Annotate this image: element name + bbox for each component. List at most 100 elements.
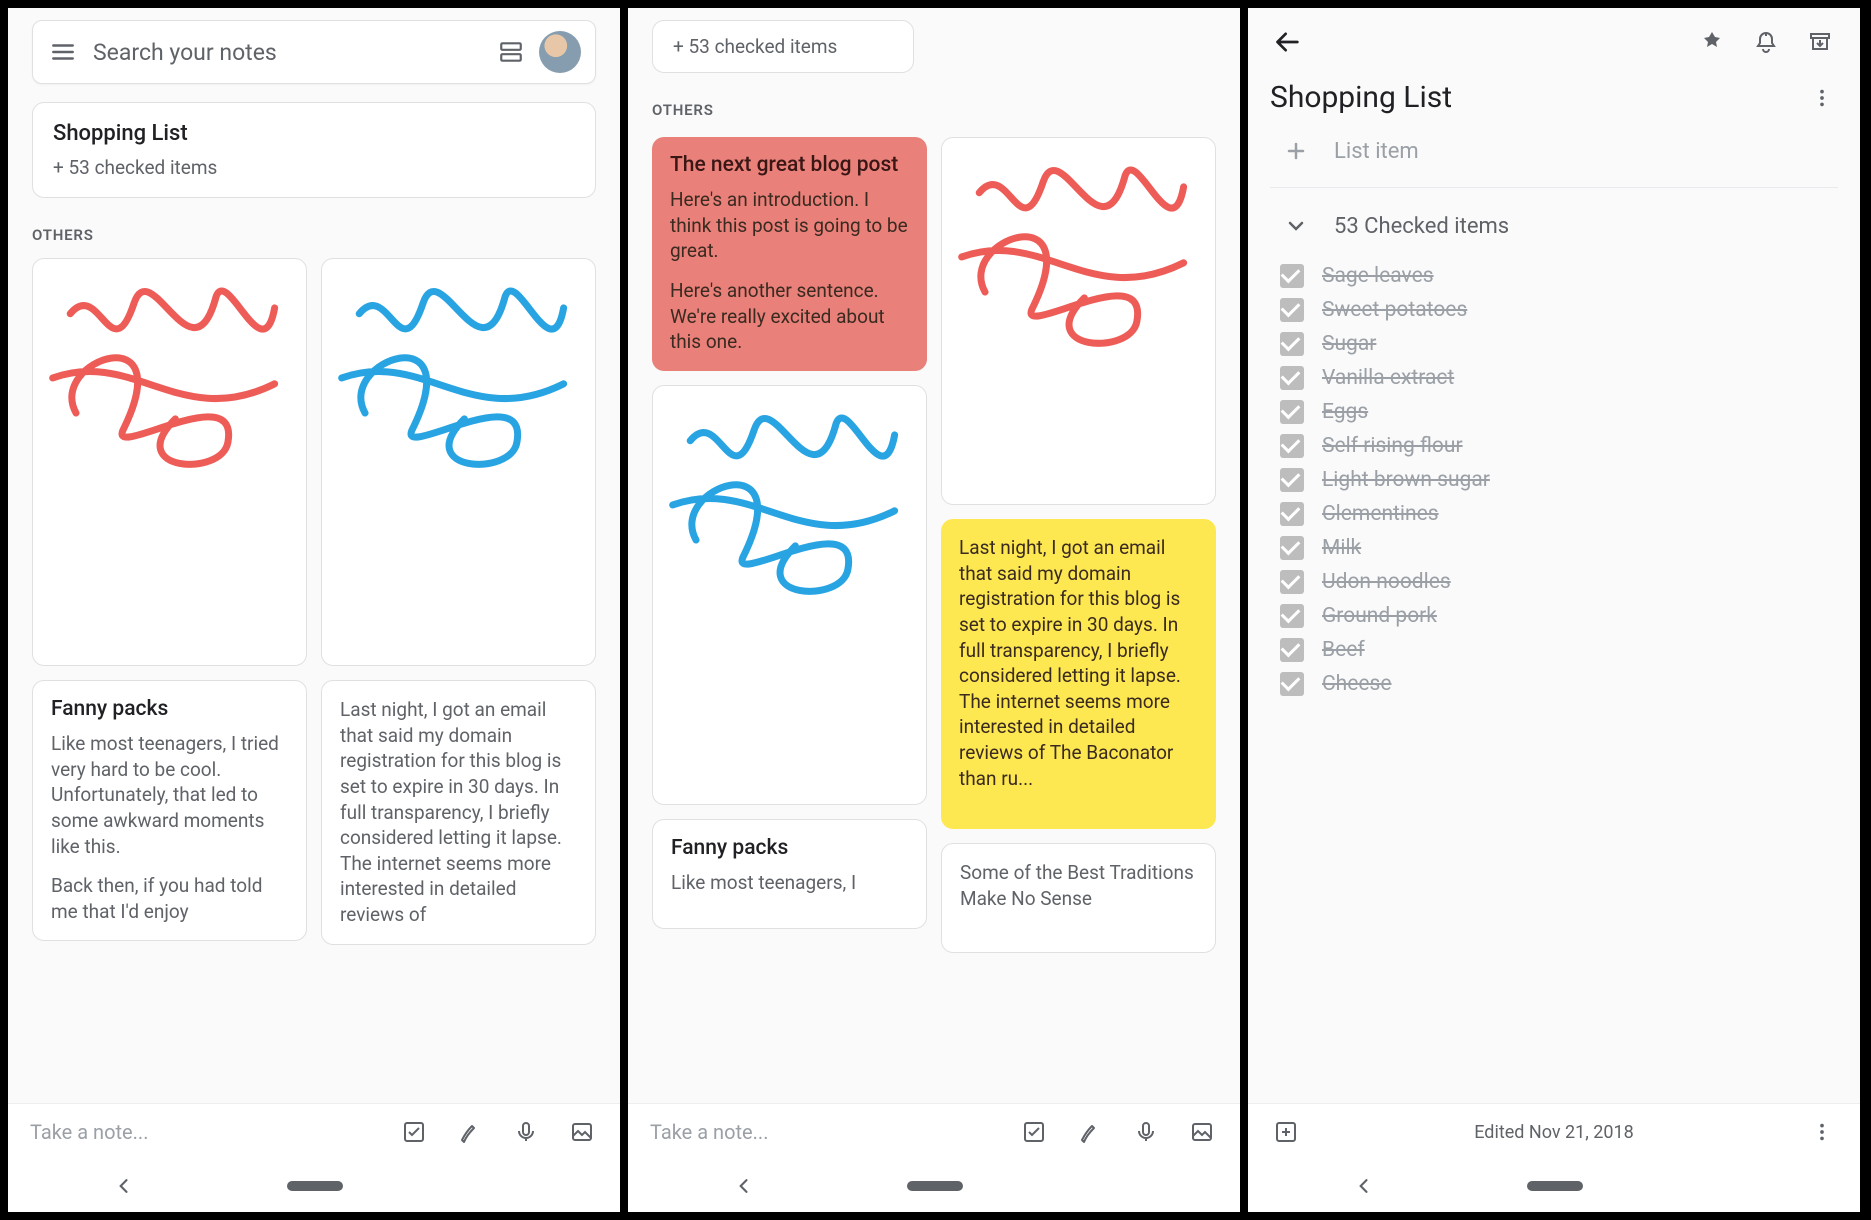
checked-item-label: Light brown sugar	[1322, 468, 1490, 492]
search-placeholder: Search your notes	[79, 39, 495, 66]
home-pill[interactable]	[287, 1181, 343, 1191]
draw-icon[interactable]	[454, 1116, 486, 1148]
back-icon[interactable]	[108, 1170, 140, 1202]
note-card-fanny[interactable]: Fanny packs Like most teenagers, I tried…	[32, 680, 307, 941]
home-pill[interactable]	[1527, 1181, 1583, 1191]
drawing-note-blue[interactable]	[321, 258, 596, 666]
checked-item-label: Milk	[1322, 536, 1361, 560]
pinned-note-card[interactable]: Shopping List + 53 checked items	[32, 102, 596, 198]
checkbox-checked-icon[interactable]	[1280, 366, 1304, 390]
checklist-icon[interactable]	[1018, 1116, 1050, 1148]
checkbox-checked-icon[interactable]	[1280, 570, 1304, 594]
checked-item[interactable]: Vanilla extract	[1280, 366, 1838, 390]
more-vert-icon[interactable]	[1806, 1116, 1838, 1148]
back-icon[interactable]	[1348, 1170, 1380, 1202]
note-body: Some of the Best Traditions Make No Sens…	[960, 860, 1197, 911]
screen-note-detail: Shopping List List item 53 Checked items…	[1248, 8, 1860, 1212]
detail-title[interactable]: Shopping List	[1270, 80, 1452, 115]
mic-icon[interactable]	[510, 1116, 542, 1148]
image-icon[interactable]	[1186, 1116, 1218, 1148]
avatar[interactable]	[539, 31, 581, 73]
drawing-note-red[interactable]	[941, 137, 1216, 505]
checklist-icon[interactable]	[398, 1116, 430, 1148]
checked-item[interactable]: Milk	[1280, 536, 1838, 560]
drawing-note-blue[interactable]	[652, 385, 927, 805]
checked-item[interactable]: Self rising flour	[1280, 434, 1838, 458]
note-title: The next great blog post	[670, 153, 909, 177]
archive-icon[interactable]	[1804, 26, 1836, 58]
checked-item[interactable]: Sweet potatoes	[1280, 298, 1838, 322]
checked-item-label: Ground pork	[1322, 604, 1437, 628]
note-body: Like most teenagers, I tried very hard t…	[51, 731, 288, 924]
pinned-note-chip[interactable]: + 53 checked items	[652, 20, 914, 73]
checkbox-checked-icon[interactable]	[1280, 536, 1304, 560]
checked-item[interactable]: Beef	[1280, 638, 1838, 662]
note-title: Fanny packs	[671, 836, 908, 860]
note-card-domain[interactable]: Last night, I got an email that said my …	[321, 680, 596, 945]
checkbox-checked-icon[interactable]	[1280, 502, 1304, 526]
checkbox-checked-icon[interactable]	[1280, 264, 1304, 288]
drawing-note-red[interactable]	[32, 258, 307, 666]
note-card-domain[interactable]: Last night, I got an email that said my …	[941, 519, 1216, 829]
section-header-others: OTHERS	[32, 226, 596, 244]
checkbox-checked-icon[interactable]	[1280, 672, 1304, 696]
system-nav	[628, 1160, 1240, 1212]
checked-toggle[interactable]: 53 Checked items	[1270, 188, 1838, 264]
back-icon[interactable]	[728, 1170, 760, 1202]
checked-items-list: Sage leaves Sweet potatoes Sugar Vanilla ex…	[1270, 264, 1838, 696]
detail-bottom-bar: Edited Nov 21, 2018	[1248, 1103, 1860, 1160]
checkbox-checked-icon[interactable]	[1280, 468, 1304, 492]
checked-item-label: Self rising flour	[1322, 434, 1463, 458]
pin-icon[interactable]	[1696, 26, 1728, 58]
section-header-others: OTHERS	[652, 101, 1216, 119]
pinned-subline: + 53 checked items	[673, 35, 837, 58]
checked-item[interactable]: Eggs	[1280, 400, 1838, 424]
checkbox-checked-icon[interactable]	[1280, 332, 1304, 356]
checkbox-checked-icon[interactable]	[1280, 434, 1304, 458]
reminder-icon[interactable]	[1750, 26, 1782, 58]
system-nav	[8, 1160, 620, 1212]
checkbox-checked-icon[interactable]	[1280, 400, 1304, 424]
add-list-item[interactable]: List item	[1270, 115, 1838, 188]
pinned-subline: + 53 checked items	[53, 156, 575, 179]
checked-item[interactable]: Ground pork	[1280, 604, 1838, 628]
checked-item[interactable]: Sugar	[1280, 332, 1838, 356]
take-note-input[interactable]: Take a note...	[650, 1120, 994, 1144]
checked-item[interactable]: Clementines	[1280, 502, 1838, 526]
layout-toggle-icon[interactable]	[495, 36, 527, 68]
note-body: Like most teenagers, I	[671, 870, 908, 896]
edited-timestamp: Edited Nov 21, 2018	[1302, 1122, 1806, 1143]
checked-item[interactable]: Light brown sugar	[1280, 468, 1838, 492]
checked-item-label: Beef	[1322, 638, 1365, 662]
note-body: Last night, I got an email that said my …	[340, 697, 577, 928]
draw-icon[interactable]	[1074, 1116, 1106, 1148]
note-card-traditions[interactable]: Some of the Best Traditions Make No Sens…	[941, 843, 1216, 953]
plus-icon	[1280, 135, 1312, 167]
checkbox-checked-icon[interactable]	[1280, 298, 1304, 322]
screen-notes-list: Search your notes Shopping List + 53 che…	[8, 8, 620, 1212]
menu-icon[interactable]	[47, 36, 79, 68]
system-nav	[1248, 1160, 1860, 1212]
checked-item-label: Sweet potatoes	[1322, 298, 1467, 322]
add-box-icon[interactable]	[1270, 1116, 1302, 1148]
more-vert-icon[interactable]	[1806, 82, 1838, 114]
pinned-title: Shopping List	[53, 121, 575, 146]
checked-item[interactable]: Cheese	[1280, 672, 1838, 696]
back-arrow-icon[interactable]	[1272, 26, 1304, 58]
home-pill[interactable]	[907, 1181, 963, 1191]
checkbox-checked-icon[interactable]	[1280, 638, 1304, 662]
note-card-blog[interactable]: The next great blog post Here's an intro…	[652, 137, 927, 371]
checked-item-label: Vanilla extract	[1322, 366, 1454, 390]
checked-item[interactable]: Udon noodles	[1280, 570, 1838, 594]
chevron-down-icon	[1280, 210, 1312, 242]
checked-item-label: Sage leaves	[1322, 264, 1434, 288]
take-note-input[interactable]: Take a note...	[30, 1120, 374, 1144]
search-bar[interactable]: Search your notes	[32, 20, 596, 84]
image-icon[interactable]	[566, 1116, 598, 1148]
note-body: Last night, I got an email that said my …	[959, 535, 1198, 791]
bottom-bar: Take a note...	[628, 1103, 1240, 1160]
checked-item[interactable]: Sage leaves	[1280, 264, 1838, 288]
checkbox-checked-icon[interactable]	[1280, 604, 1304, 628]
note-card-fanny[interactable]: Fanny packs Like most teenagers, I	[652, 819, 927, 929]
mic-icon[interactable]	[1130, 1116, 1162, 1148]
